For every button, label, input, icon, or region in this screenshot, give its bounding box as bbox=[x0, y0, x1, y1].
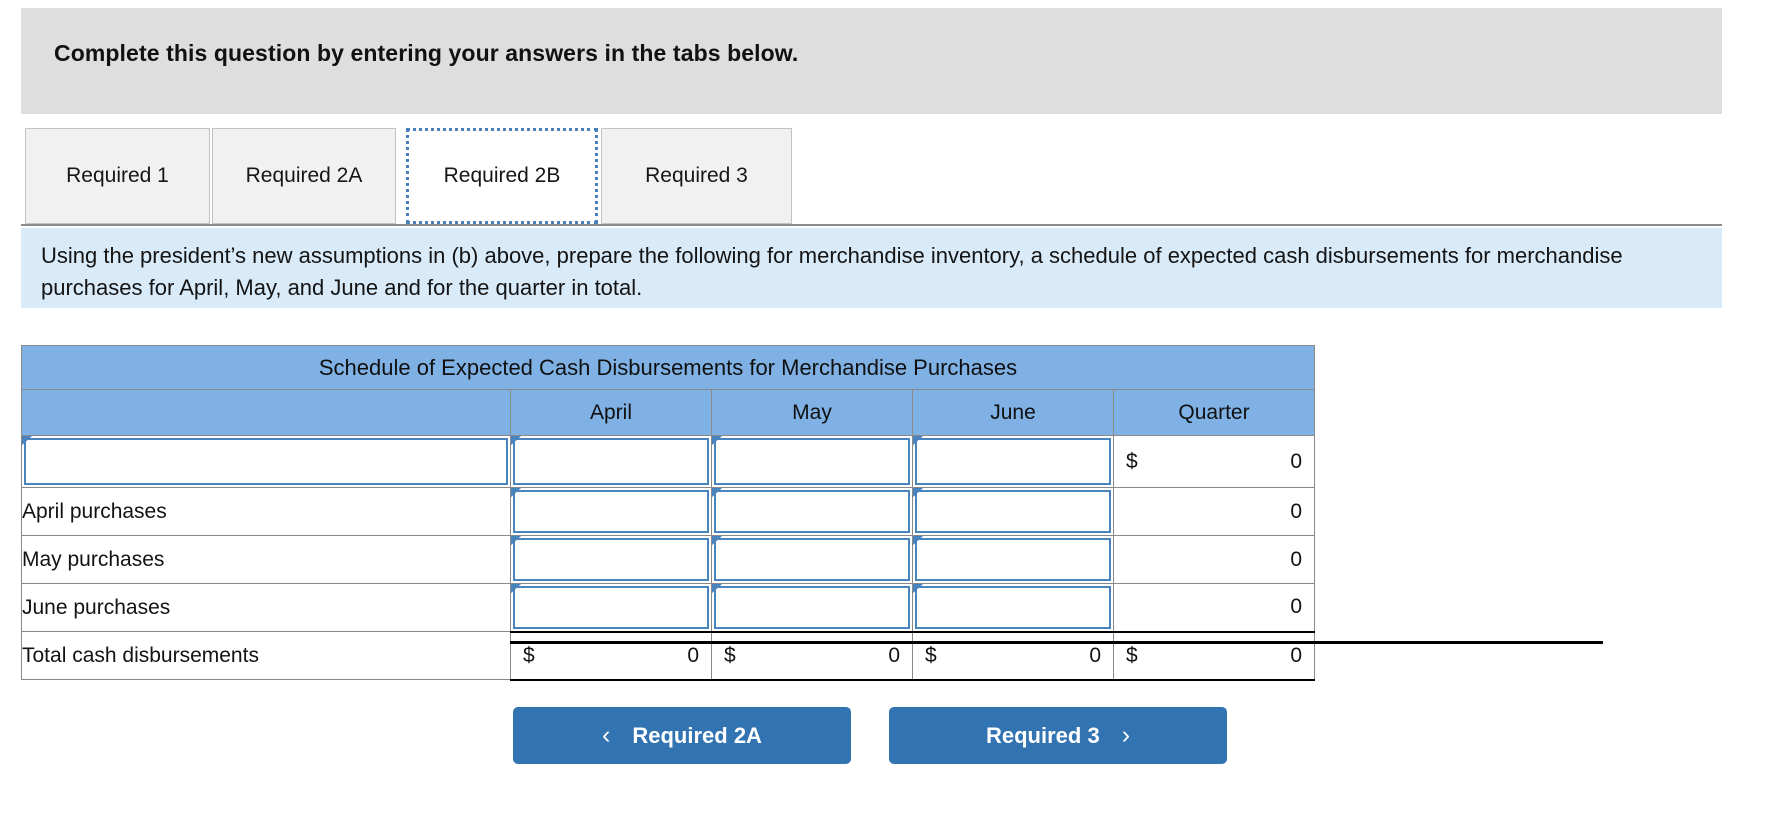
cell-april-input-3[interactable] bbox=[510, 583, 712, 632]
cell-marker-icon bbox=[22, 436, 32, 454]
instruction-text: Using the president’s new assumptions in… bbox=[41, 243, 1623, 300]
instruction-panel: Using the president’s new assumptions in… bbox=[21, 228, 1722, 308]
currency-symbol: $ bbox=[523, 643, 535, 667]
schedule-title: Schedule of Expected Cash Disbursements … bbox=[21, 345, 1315, 390]
tab-required-3[interactable]: Required 3 bbox=[601, 128, 792, 224]
tab-label: Required 1 bbox=[66, 164, 169, 187]
cell-quarter-total: $ 0 bbox=[1113, 630, 1315, 681]
cell-quarter-value-2: 0 bbox=[1113, 535, 1315, 584]
table-header-row: April May June Quarter bbox=[21, 389, 1315, 436]
row-label-may-purchases: May purchases bbox=[21, 535, 511, 584]
tab-strip-divider bbox=[21, 224, 1722, 226]
row-label-june-purchases: June purchases bbox=[21, 583, 511, 632]
cell-may-input-0[interactable] bbox=[711, 435, 913, 488]
question-banner: Complete this question by entering your … bbox=[21, 8, 1722, 114]
cell-april-input-2[interactable] bbox=[510, 535, 712, 584]
table-row: May purchases 0 bbox=[21, 535, 1315, 584]
cell-marker-icon bbox=[913, 584, 923, 602]
banner-instruction-text: Complete this question by entering your … bbox=[54, 40, 799, 66]
cell-marker-icon bbox=[511, 488, 521, 506]
cell-value: 0 bbox=[1290, 595, 1302, 619]
total-double-underline bbox=[510, 641, 1603, 644]
cell-may-input-1[interactable] bbox=[711, 487, 913, 536]
table-total-row: Total cash disbursements $ 0 $ 0 $ 0 $ 0 bbox=[21, 630, 1315, 681]
tab-required-2b[interactable]: Required 2B bbox=[406, 128, 598, 224]
cell-april-input-0[interactable] bbox=[510, 435, 712, 488]
column-header-blank bbox=[21, 389, 511, 436]
table-row: $ 0 bbox=[21, 435, 1315, 488]
cell-marker-icon bbox=[712, 488, 722, 506]
cell-may-input-3[interactable] bbox=[711, 583, 913, 632]
tab-label: Required 2B bbox=[443, 164, 561, 187]
cell-marker-icon bbox=[913, 436, 923, 454]
column-header-quarter: Quarter bbox=[1113, 389, 1315, 436]
row-label-april-purchases: April purchases bbox=[21, 487, 511, 536]
cell-june-input-3[interactable] bbox=[912, 583, 1114, 632]
chevron-left-icon: ‹ bbox=[602, 721, 611, 749]
cell-value: 0 bbox=[1290, 449, 1302, 473]
cell-june-input-2[interactable] bbox=[912, 535, 1114, 584]
currency-symbol: $ bbox=[1126, 643, 1138, 667]
cell-value: 0 bbox=[1290, 643, 1302, 667]
cell-value: 0 bbox=[1290, 547, 1302, 571]
cell-marker-icon bbox=[712, 536, 722, 554]
schedule-table-container: Schedule of Expected Cash Disbursements … bbox=[21, 345, 1315, 681]
navigation-bar: ‹ Required 2A Required 3 › bbox=[0, 707, 1777, 771]
table-row: April purchases 0 bbox=[21, 487, 1315, 536]
cell-value: 0 bbox=[687, 643, 699, 667]
currency-symbol: $ bbox=[925, 643, 937, 667]
cell-quarter-value-1: 0 bbox=[1113, 487, 1315, 536]
currency-symbol: $ bbox=[1126, 449, 1138, 473]
previous-required-2a-button[interactable]: ‹ Required 2A bbox=[513, 707, 851, 764]
row-label-input-0[interactable] bbox=[21, 435, 511, 488]
cell-june-total: $ 0 bbox=[912, 630, 1114, 681]
cell-value: 0 bbox=[1089, 643, 1101, 667]
row-label-total: Total cash disbursements bbox=[21, 631, 511, 680]
cell-marker-icon bbox=[712, 436, 722, 454]
cell-marker-icon bbox=[913, 488, 923, 506]
cell-may-input-2[interactable] bbox=[711, 535, 913, 584]
column-header-april: April bbox=[510, 389, 712, 436]
column-header-june: June bbox=[912, 389, 1114, 436]
cell-june-input-0[interactable] bbox=[912, 435, 1114, 488]
next-required-3-button[interactable]: Required 3 › bbox=[889, 707, 1227, 764]
tab-required-2a[interactable]: Required 2A bbox=[212, 128, 396, 224]
chevron-right-icon: › bbox=[1121, 721, 1131, 749]
tab-label: Required 2A bbox=[245, 164, 363, 187]
cell-may-total: $ 0 bbox=[711, 630, 913, 681]
cell-june-input-1[interactable] bbox=[912, 487, 1114, 536]
cell-marker-icon bbox=[511, 584, 521, 602]
cell-value: 0 bbox=[888, 643, 900, 667]
tab-label: Required 3 bbox=[645, 164, 748, 187]
column-header-may: May bbox=[711, 389, 913, 436]
cell-marker-icon bbox=[913, 536, 923, 554]
tab-strip: Required 1 Required 2A Required 2B Requi… bbox=[0, 124, 1777, 228]
cell-april-input-1[interactable] bbox=[510, 487, 712, 536]
schedule-table: Schedule of Expected Cash Disbursements … bbox=[21, 345, 1315, 681]
cell-value: 0 bbox=[1290, 499, 1302, 523]
button-label: Required 3 bbox=[985, 722, 1100, 748]
cell-quarter-value-3: 0 bbox=[1113, 583, 1315, 632]
tab-required-1[interactable]: Required 1 bbox=[25, 128, 210, 224]
cell-april-total: $ 0 bbox=[510, 630, 712, 681]
cell-marker-icon bbox=[511, 536, 521, 554]
button-label: Required 2A bbox=[632, 722, 762, 748]
cell-marker-icon bbox=[712, 584, 722, 602]
table-title-row: Schedule of Expected Cash Disbursements … bbox=[21, 345, 1315, 390]
cell-marker-icon bbox=[511, 436, 521, 454]
currency-symbol: $ bbox=[724, 643, 736, 667]
table-row: June purchases 0 bbox=[21, 583, 1315, 632]
cell-quarter-value-0: $ 0 bbox=[1113, 435, 1315, 488]
